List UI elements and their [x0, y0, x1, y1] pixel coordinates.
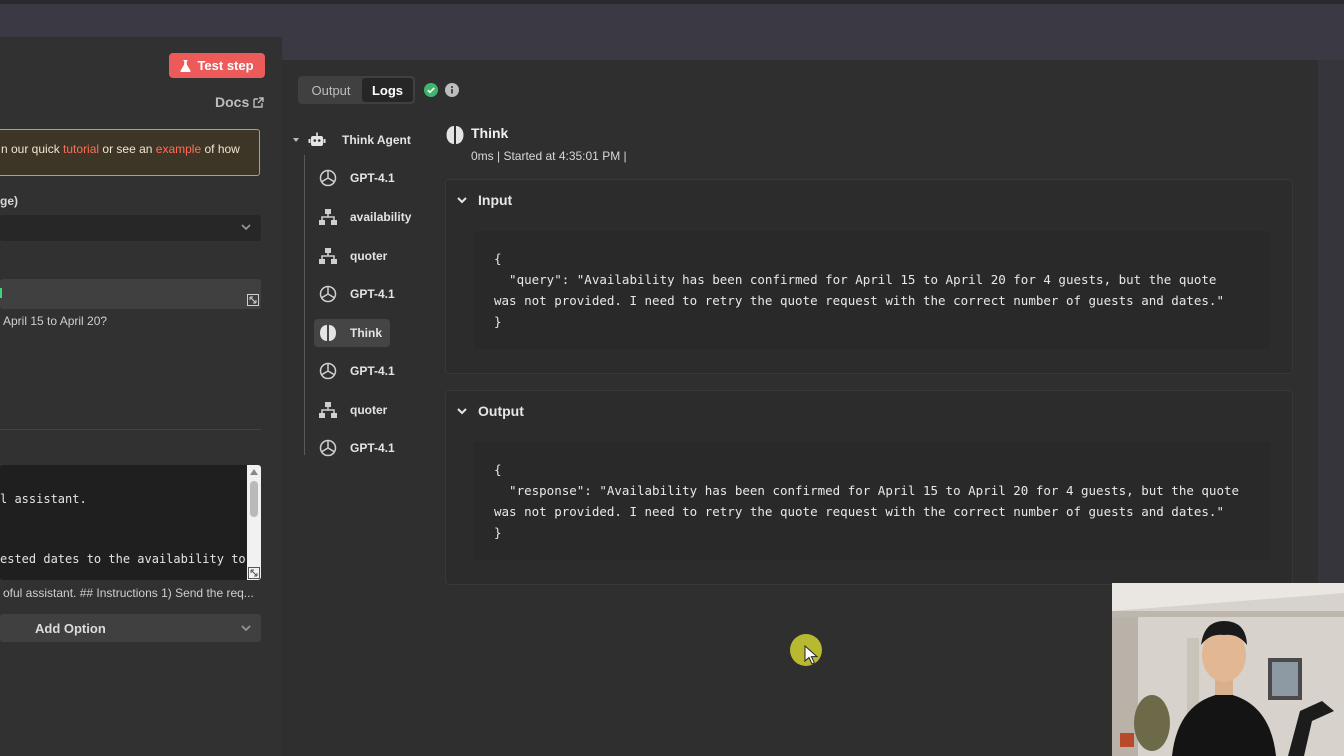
tree-item-gpt-4-1[interactable]: GPT-4.1 — [318, 434, 395, 462]
tree-root-think-agent[interactable]: Think Agent — [292, 130, 411, 150]
add-option-label: Add Option — [35, 621, 106, 636]
node-run-meta: 0ms | Started at 4:35:01 PM | — [471, 149, 627, 163]
info-icon[interactable] — [445, 83, 459, 97]
expand-icon[interactable] — [247, 294, 259, 306]
divider — [0, 429, 261, 430]
expression-marker — [0, 288, 2, 298]
openai-icon — [319, 439, 337, 457]
scroll-up-icon[interactable] — [250, 469, 258, 475]
tree-connector — [304, 155, 305, 455]
json-line: } — [494, 525, 502, 540]
output-json: { "response": "Availability has been con… — [474, 442, 1270, 560]
system-message-editor[interactable]: l assistant. ested dates to the availabi… — [0, 465, 261, 580]
output-logs-toggle: Output Logs — [298, 76, 415, 104]
tree-item-label: Think — [350, 326, 382, 340]
system-message-line: l assistant. — [0, 492, 87, 506]
expand-icon[interactable] — [248, 567, 260, 579]
cursor-arrow-icon — [804, 645, 818, 665]
tree-item-label: quoter — [350, 403, 388, 417]
flask-icon — [180, 59, 192, 72]
tree-item-gpt-4-1[interactable]: GPT-4.1 — [318, 280, 395, 308]
tree-item-label: GPT-4.1 — [350, 364, 395, 378]
chevron-down-icon — [241, 625, 251, 632]
json-line: } — [494, 314, 502, 329]
input-section: Input { "query": "Availability has been … — [445, 179, 1293, 374]
workflow-icon — [319, 248, 337, 264]
output-section: Output { "response": "Availability has b… — [445, 390, 1293, 585]
add-option-button[interactable]: Add Option — [0, 614, 261, 642]
tree-item-label: quoter — [350, 249, 388, 263]
input-label: Input — [478, 192, 513, 208]
brain-icon — [446, 126, 464, 144]
tree-item-quoter[interactable]: quoter — [318, 242, 387, 270]
tutorial-banner: n our quick tutorial or see an example o… — [0, 129, 260, 176]
tree-item-think[interactable]: Think — [314, 319, 390, 347]
json-line: "response": "Availability has been confi… — [494, 483, 1240, 498]
example-link[interactable]: example — [156, 142, 201, 156]
banner-text: n our quick — [1, 142, 64, 156]
test-step-button[interactable]: Test step — [169, 53, 265, 78]
system-message-line: ested dates to the availability to — [0, 552, 246, 566]
json-line: was not provided. I need to retry the qu… — [494, 293, 1224, 308]
banner-text: of how — [201, 142, 240, 156]
json-line: was not provided. I need to retry the qu… — [494, 504, 1224, 519]
chevron-down-icon — [457, 408, 467, 415]
docs-label: Docs — [215, 94, 250, 110]
scrollbar[interactable] — [247, 465, 261, 580]
workflow-icon — [319, 209, 337, 225]
json-line: "query": "Availability has been confirme… — [494, 272, 1217, 287]
openai-icon — [319, 285, 337, 303]
openai-icon — [319, 169, 337, 187]
test-step-label: Test step — [197, 58, 254, 73]
tree-item-label: GPT-4.1 — [350, 171, 395, 185]
prompt-input[interactable] — [0, 279, 261, 309]
prompt-preview: April 15 to April 20? — [3, 314, 108, 328]
system-message-preview: oful assistant. ## Instructions 1) Send … — [3, 586, 254, 600]
chevron-down-icon — [457, 197, 467, 204]
docs-link[interactable]: Docs — [215, 94, 264, 110]
tree-item-availability[interactable]: availability — [318, 203, 411, 231]
tab-output[interactable]: Output — [300, 78, 362, 102]
chevron-down-icon — [241, 224, 251, 231]
webcam-overlay — [1112, 583, 1344, 756]
tree-item-gpt-4-1[interactable]: GPT-4.1 — [318, 357, 395, 385]
check-circle-icon — [424, 83, 438, 97]
tree-item-label: GPT-4.1 — [350, 441, 395, 455]
tree-item-gpt-4-1[interactable]: GPT-4.1 — [318, 164, 395, 192]
json-line: { — [494, 462, 502, 477]
robot-icon — [308, 132, 326, 146]
presenter-video — [1112, 583, 1344, 756]
node-title: Think — [471, 125, 509, 141]
tree-root-label: Think Agent — [342, 133, 411, 147]
tree-item-quoter[interactable]: quoter — [318, 396, 387, 424]
banner-text: or see an — [99, 142, 156, 156]
brain-icon — [320, 325, 336, 341]
output-label: Output — [478, 403, 524, 419]
tutorial-link[interactable]: tutorial — [63, 142, 99, 156]
tab-logs[interactable]: Logs — [362, 78, 413, 102]
output-section-header[interactable]: Output — [456, 403, 524, 419]
tree-item-label: GPT-4.1 — [350, 287, 395, 301]
workflow-icon — [319, 402, 337, 418]
openai-icon — [319, 362, 337, 380]
field-label: ge) — [0, 194, 18, 208]
source-select[interactable] — [0, 215, 261, 241]
input-section-header[interactable]: Input — [456, 192, 512, 208]
chevron-down-icon[interactable] — [292, 136, 300, 144]
input-json: { "query": "Availability has been confir… — [474, 231, 1270, 349]
external-link-icon — [253, 96, 264, 108]
tree-item-label: availability — [350, 210, 412, 224]
scroll-thumb[interactable] — [250, 481, 258, 517]
json-line: { — [494, 251, 502, 266]
